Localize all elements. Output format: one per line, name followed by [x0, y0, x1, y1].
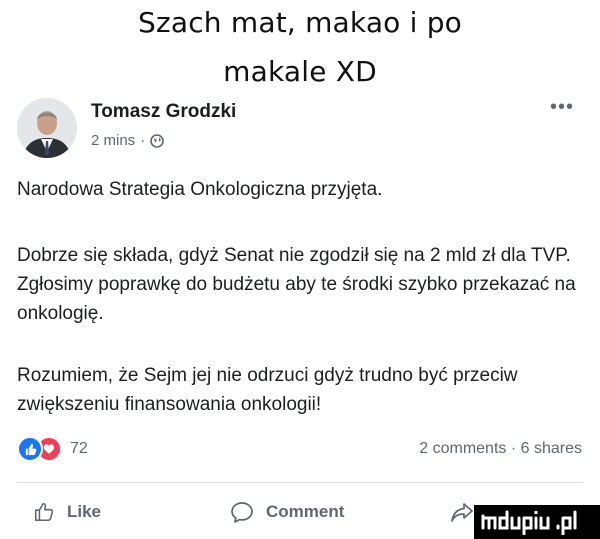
comments-count[interactable]: 2 comments: [419, 440, 506, 457]
post-author-name[interactable]: Tomasz Grodzki: [91, 101, 236, 123]
post-paragraph-3: Rozumiem, że Sejm jej nie odrzuci gdyż t…: [17, 365, 518, 415]
watermark-logo-icon: [481, 510, 577, 535]
reaction-count: 72: [70, 440, 88, 457]
like-reaction-icon: [17, 436, 43, 462]
share-arrow-icon: [451, 503, 473, 522]
share-button[interactable]: [450, 501, 474, 523]
more-options-icon[interactable]: •••: [550, 96, 574, 119]
actions-divider: [17, 482, 583, 483]
post-paragraph-1: Narodowa Strategia Onkologiczna przyjęta…: [17, 179, 383, 200]
author-photo-icon: [17, 98, 77, 158]
post-stats: 2 comments · 6 shares: [419, 440, 582, 458]
comment-button[interactable]: Comment: [230, 501, 344, 523]
comment-bubble-icon: [231, 502, 253, 523]
post-timestamp[interactable]: 2 mins: [91, 132, 135, 149]
avatar[interactable]: [17, 98, 77, 158]
post-paragraph-2: Dobrze się składa, gdyż Senat nie zgodzi…: [17, 245, 576, 324]
like-button[interactable]: Like: [33, 501, 101, 523]
meme-caption-line-2: makale XD: [223, 55, 377, 88]
site-watermark: [474, 505, 600, 539]
comment-label: Comment: [266, 502, 345, 521]
reaction-summary[interactable]: 72: [17, 436, 88, 462]
meme-caption-line-1: Szach mat, makao i po: [137, 6, 462, 39]
meta-separator: ·: [140, 132, 146, 149]
globe-icon: [150, 133, 164, 148]
stats-separator: ·: [510, 440, 517, 457]
thumbs-up-icon: [34, 502, 54, 522]
post-meta: 2 mins ·: [91, 132, 164, 149]
shares-count[interactable]: 6 shares: [521, 440, 582, 457]
like-label: Like: [67, 502, 102, 521]
